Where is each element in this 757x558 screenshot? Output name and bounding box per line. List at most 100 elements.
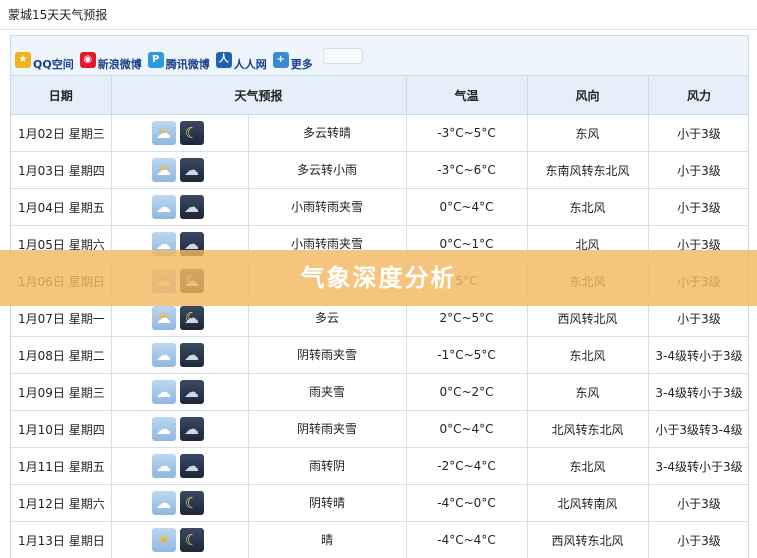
wind-force-cell: 3-4级转小于3级 [648,373,748,411]
share-bar: ★ QQ空间 ◉ 新浪微博 P 腾讯微博 人 人人网 + 更多 [11,36,748,76]
forecast-description: 阴转雨夹雪 [247,411,406,447]
sina-weibo-icon: ◉ [79,52,96,68]
share-renren-link[interactable]: 人 人人网 [215,52,267,72]
sun-icon: ☀ [151,528,176,552]
temperature-cell: -3°C~5°C [406,114,528,152]
weather-icons-cell: ☀ ☁ ☾ 多云转晴 [111,114,407,152]
table-row: 1月08日 星期二 ☁ ☁ 阴转雨夹雪 -1°C~5°C 东北风 3-4级转小于3级 [11,336,748,374]
temperature-cell: -3°C~6°C [406,151,528,189]
column-header-wind-direction: 风向 [527,76,649,115]
weather-icons-cell: ☀ ☾ 晴 [111,521,407,558]
partly-cloudy-icon: ☀☁ [151,158,176,182]
sleet-icon: ☁ [151,195,176,219]
renren-icon: 人 [215,52,232,68]
weather-icons-cell: ☁ ☁ 阴转雨夹雪 [111,336,407,374]
date-cell: 1月04日 星期五 [11,188,112,226]
weather-icons-cell: ☁ ☁ 雨夹雪 [111,373,407,411]
sleet-icon: ☁ [151,454,176,478]
share-tencent-weibo-link[interactable]: P 腾讯微博 [147,52,210,72]
forecast-description: 多云转晴 [247,115,406,151]
wind-force-cell: 小于3级 [648,521,748,558]
wind-direction-cell: 东风 [527,114,649,152]
sleet-icon: ☁ [179,380,204,404]
share-more-link[interactable]: + 更多 [272,52,313,72]
share-sina-weibo-link[interactable]: ◉ 新浪微博 [79,52,142,72]
forecast-description: 多云转小雨 [247,152,406,188]
column-header-temperature: 气温 [406,76,528,115]
table-row: 1月03日 星期四 ☀ ☁ ☁ 多云转小雨 -3°C~6°C 东南风转东北风 小于3级 [11,151,748,189]
weather-icons-cell: ☁ ☾ 阴转晴 [111,484,407,522]
partly-cloudy-icon: ☀☁ [151,306,176,330]
temperature-cell: 0°C~4°C [406,410,528,448]
forecast-description: 雨夹雪 [247,374,406,410]
table-row: 1月11日 星期五 ☁ ☁ 雨转阴 -2°C~4°C 东北风 3-4级转小于3级 [11,447,748,485]
date-cell: 1月08日 星期二 [11,336,112,374]
date-cell: 1月11日 星期五 [11,447,112,485]
column-header-forecast: 天气预报 [111,76,407,115]
cloudy-icon: ☁ [151,491,176,515]
forecast-description: 小雨转雨夹雪 [247,189,406,225]
moon-icon: ☾ [179,528,204,552]
wind-force-cell: 3-4级转小于3级 [648,336,748,374]
moon-icon: ☾ [179,121,204,145]
qzone-icon: ★ [15,52,31,68]
table-row: 1月04日 星期五 ☁ ☁ 小雨转雨夹雪 0°C~4°C 东北风 小于3级 [11,188,748,226]
wind-direction-cell: 西风转东北风 [527,521,649,558]
date-cell: 1月02日 星期三 [11,114,112,152]
partly-cloudy-icon: ☀☁ [151,121,176,145]
forecast-table: 日期 天气预报 气温 风向 风力 1月02日 星期三 ☀ ☁ ☾ 多云转晴 -3°C~5°… [11,76,748,558]
date-cell: 1月10日 星期四 [11,410,112,448]
weather-icons-cell: ☁ ☁ 小雨转雨夹雪 [111,188,407,226]
forecast-description: 阴转晴 [247,485,406,521]
share-renren-label: 人人网 [233,58,267,71]
wind-force-cell: 小于3级 [648,188,748,226]
share-qzone-label: QQ空间 [33,58,74,71]
sleet-icon: ☁ [179,417,204,441]
temperature-cell: -4°C~4°C [406,521,528,558]
table-row: 1月09日 星期三 ☁ ☁ 雨夹雪 0°C~2°C 东风 3-4级转小于3级 [11,373,748,411]
wind-force-cell: 3-4级转小于3级 [648,447,748,485]
date-cell: 1月03日 星期四 [11,151,112,189]
page-title: 蒙城15天天气预报 [8,8,108,22]
temperature-cell: 0°C~4°C [406,188,528,226]
temperature-cell: 0°C~2°C [406,373,528,411]
wind-direction-cell: 东北风 [527,447,649,485]
share-qzone-link[interactable]: ★ QQ空间 [15,52,74,72]
wind-direction-cell: 东北风 [527,188,649,226]
wind-force-cell: 小于3级 [648,114,748,152]
table-row: 1月12日 星期六 ☁ ☾ 阴转晴 -4°C~0°C 北风转南风 小于3级 [11,484,748,522]
table-row: 1月02日 星期三 ☀ ☁ ☾ 多云转晴 -3°C~5°C 东风 小于3级 [11,114,748,152]
sleet-icon: ☁ [179,195,204,219]
forecast-description: 晴 [247,522,406,558]
temperature-cell: -2°C~4°C [406,447,528,485]
wind-direction-cell: 东北风 [527,336,649,374]
weather-icons-cell: ☁ ☁ 雨转阴 [111,447,407,485]
date-cell: 1月09日 星期三 [11,373,112,411]
date-cell: 1月12日 星期六 [11,484,112,522]
plus-icon: + [272,52,289,68]
moon-icon: ☾ [179,491,204,515]
forecast-rows: 1月02日 星期三 ☀ ☁ ☾ 多云转晴 -3°C~5°C 东风 小于3级 1月03日 星期四 ☀… [11,114,748,558]
forecast-description: 雨转阴 [247,448,406,484]
share-more-label: 更多 [290,58,313,71]
wind-force-cell: 小于3级 [648,151,748,189]
cloudy-night-icon: ☾☁ [179,306,204,330]
column-header-wind-force: 风力 [648,76,748,115]
wind-force-cell: 小于3级 [648,484,748,522]
share-sina-label: 新浪微博 [97,58,142,71]
temperature-cell: -4°C~0°C [406,484,528,522]
wind-direction-cell: 北风转东北风 [527,410,649,448]
cloudy-icon: ☁ [151,343,176,367]
light-rain-icon: ☁ [179,158,204,182]
tencent-weibo-icon: P [147,52,164,68]
weather-icons-cell: ☀ ☁ ☁ 多云转小雨 [111,151,407,189]
wind-direction-cell: 东南风转东北风 [527,151,649,189]
column-header-date: 日期 [11,76,112,115]
cloudy-icon: ☁ [151,417,176,441]
title-divider [0,29,757,30]
page-title-bar: 蒙城15天天气预报 [0,0,757,30]
table-header-row: 日期 天气预报 气温 风向 风力 [11,76,748,115]
wind-direction-cell: 东风 [527,373,649,411]
cloudy-icon: ☁ [179,454,204,478]
promo-overlay-text[interactable]: 气象深度分析 [0,250,757,306]
